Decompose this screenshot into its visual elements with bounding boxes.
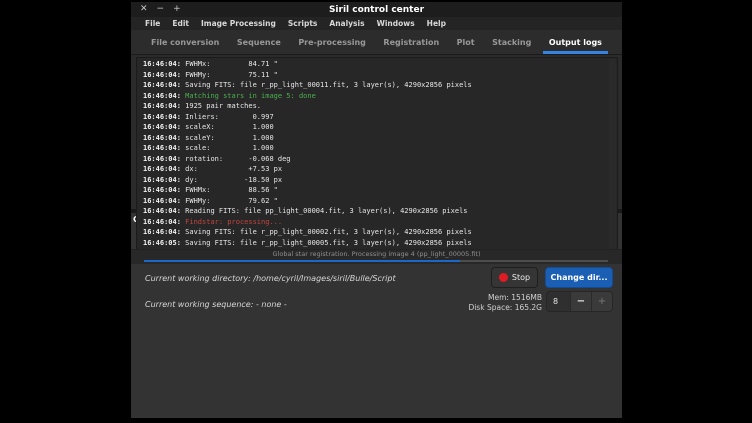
tab-pre-processing[interactable]: Pre-processing: [292, 30, 372, 54]
siril-window: ✕ − + Siril control center FileEditImage…: [131, 2, 622, 418]
footer: Current working directory: /home/cyril/I…: [131, 264, 622, 418]
tab-sequence[interactable]: Sequence: [231, 30, 287, 54]
log-message: Matching stars in image 5: done: [185, 92, 316, 100]
menu-item-analysis[interactable]: Analysis: [323, 19, 370, 28]
log-message: dx: +7.53 px: [185, 165, 282, 173]
working-sequence-text: Current working sequence: - none -: [145, 300, 287, 309]
log-timestamp: 16:46:04:: [143, 134, 185, 142]
log-timestamp: 16:46:04:: [143, 71, 185, 79]
tab-stacking[interactable]: Stacking: [486, 30, 537, 54]
output-logs-page: 16:46:04: FWHMx: 84.71 "16:46:04: FWHMy:…: [131, 55, 622, 209]
log-line: 16:46:04: scaleY: 1.000: [143, 133, 617, 144]
log-timestamp: 16:46:04:: [143, 176, 185, 184]
change-dir-button[interactable]: Change dir...: [545, 267, 613, 288]
threads-decrement-button[interactable]: −: [570, 292, 591, 311]
progress-track: [144, 260, 608, 262]
log-message: Saving FITS: file r_pp_light_00005.fit, …: [185, 239, 472, 247]
progress-fill: [144, 260, 460, 262]
log-line: 16:46:04: Matching stars in image 5: don…: [143, 91, 617, 102]
log-line: 16:46:04: Saving FITS: file r_pp_light_0…: [143, 227, 617, 238]
log-line: 16:46:04: FWHMy: 75.11 ": [143, 70, 617, 81]
log-message: FWHMy: 75.11 ": [185, 71, 278, 79]
log-line: 16:46:04: 1925 pair matches.: [143, 101, 617, 112]
log-timestamp: 16:46:04:: [143, 102, 185, 110]
menu-item-image-processing[interactable]: Image Processing: [195, 19, 282, 28]
log-line: 16:46:04: FWHMx: 88.56 ": [143, 185, 617, 196]
log-message: FWHMx: 88.56 ": [185, 186, 278, 194]
log-timestamp: 16:46:04:: [143, 165, 185, 173]
log-message: scaleX: 1.000: [185, 123, 274, 131]
log-message: Saving FITS: file r_pp_light_00002.fit, …: [185, 228, 472, 236]
log-message: Inliers: 0.997: [185, 113, 274, 121]
log-line: 16:46:04: Reading FITS: file pp_light_00…: [143, 206, 617, 217]
minimize-icon[interactable]: −: [157, 5, 165, 14]
tab-plot[interactable]: Plot: [451, 30, 481, 54]
log-timestamp: 16:46:04:: [143, 218, 185, 226]
log-timestamp: 16:46:04:: [143, 197, 185, 205]
menu-item-edit[interactable]: Edit: [166, 19, 195, 28]
menubar: FileEditImage ProcessingScriptsAnalysisW…: [131, 17, 622, 30]
log-timestamp: 16:46:04:: [143, 92, 185, 100]
maximize-icon[interactable]: +: [173, 5, 181, 14]
threads-value[interactable]: 8: [547, 292, 570, 311]
log-timestamp: 16:46:04:: [143, 155, 185, 163]
log-line: 16:46:04: dy: -18.50 px: [143, 175, 617, 186]
log-line: 16:46:04: scale: 1.000: [143, 143, 617, 154]
progress-bar: Global star registration. Processing ima…: [131, 249, 622, 264]
titlebar: ✕ − + Siril control center: [131, 2, 622, 17]
log-timestamp: 16:46:04:: [143, 113, 185, 121]
log-message: Reading FITS: file pp_light_00004.fit, 3…: [185, 207, 467, 215]
log-line: 16:46:05: Saving FITS: file r_pp_light_0…: [143, 238, 617, 249]
log-line: 16:46:04: Findstar: processing...: [143, 217, 617, 228]
stop-button-label: Stop: [512, 273, 530, 282]
close-icon[interactable]: ✕: [140, 5, 148, 14]
log-message: Saving FITS: file r_pp_light_00011.fit, …: [185, 81, 472, 89]
disk-space-text: Disk Space: 165.2G: [468, 303, 542, 313]
log-timestamp: 16:46:04:: [143, 81, 185, 89]
log-line: 16:46:04: FWHMx: 84.71 ": [143, 59, 617, 70]
log-line: 16:46:04: FWHMy: 79.62 ": [143, 196, 617, 207]
menu-item-scripts[interactable]: Scripts: [282, 19, 324, 28]
menu-item-help[interactable]: Help: [421, 19, 452, 28]
threads-increment-button[interactable]: +: [591, 292, 612, 311]
log-timestamp: 16:46:04:: [143, 186, 185, 194]
resource-info: Mem: 1516MB Disk Space: 165.2G: [468, 293, 542, 313]
log-message: FWHMy: 79.62 ": [185, 197, 278, 205]
log-timestamp: 16:46:04:: [143, 144, 185, 152]
tab-registration[interactable]: Registration: [377, 30, 445, 54]
log-timestamp: 16:46:04:: [143, 60, 185, 68]
log-message: scale: 1.000: [185, 144, 274, 152]
log-line: 16:46:04: rotation: -0.068 deg: [143, 154, 617, 165]
progress-text: Global star registration. Processing ima…: [131, 250, 622, 259]
log-line: 16:46:04: Saving FITS: file r_pp_light_0…: [143, 80, 617, 91]
threads-spinner: 8 − +: [546, 291, 613, 312]
stop-icon: [499, 273, 508, 282]
menu-item-file[interactable]: File: [139, 19, 166, 28]
log-message: 1925 pair matches.: [185, 102, 261, 110]
menu-item-windows[interactable]: Windows: [371, 19, 421, 28]
tabbar: File conversionSequencePre-processingReg…: [131, 30, 622, 55]
window-controls: ✕ − +: [140, 2, 181, 17]
tab-output-logs[interactable]: Output logs: [543, 30, 608, 54]
log-line: 16:46:04: scaleX: 1.000: [143, 122, 617, 133]
log-timestamp: 16:46:04:: [143, 228, 185, 236]
log-message: FWHMx: 84.71 ": [185, 60, 278, 68]
memory-text: Mem: 1516MB: [468, 293, 542, 303]
log-message: dy: -18.50 px: [185, 176, 282, 184]
log-line: 16:46:04: dx: +7.53 px: [143, 164, 617, 175]
working-directory-text: Current working directory: /home/cyril/I…: [145, 274, 396, 283]
log-timestamp: 16:46:04:: [143, 207, 185, 215]
log-message: Findstar: processing...: [185, 218, 282, 226]
log-timestamp: 16:46:04:: [143, 123, 185, 131]
log-message: scaleY: 1.000: [185, 134, 274, 142]
stop-button[interactable]: Stop: [491, 267, 538, 288]
log-message: rotation: -0.068 deg: [185, 155, 290, 163]
tab-file-conversion[interactable]: File conversion: [145, 30, 225, 54]
window-title: Siril control center: [329, 5, 424, 15]
log-timestamp: 16:46:05:: [143, 239, 185, 247]
log-line: 16:46:04: Inliers: 0.997: [143, 112, 617, 123]
